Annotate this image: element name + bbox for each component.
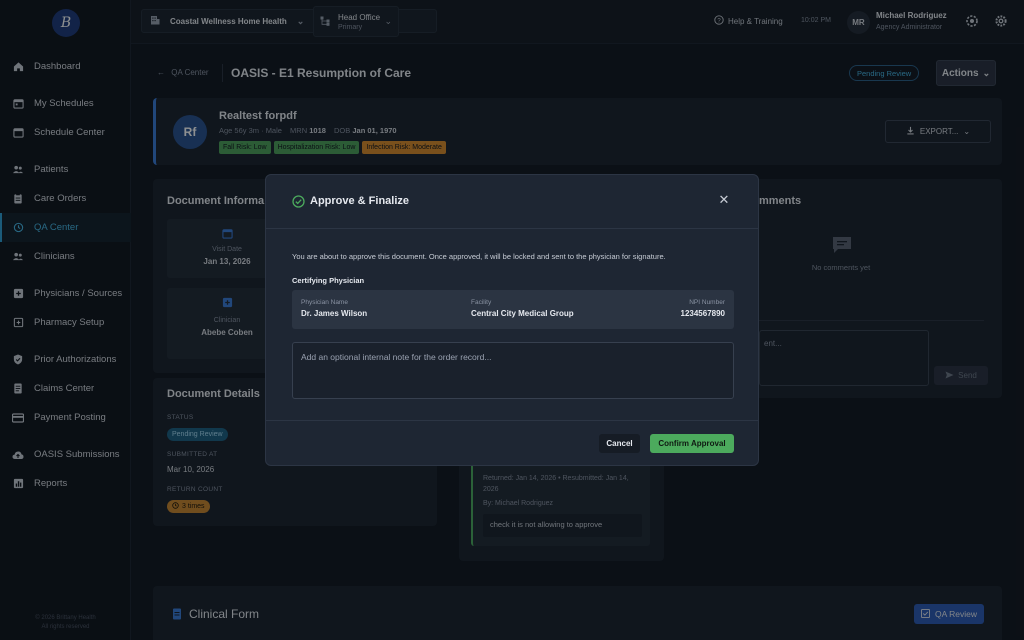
npi-field: NPI Number 1234567890 [680,299,726,318]
cancel-button[interactable]: Cancel [599,434,640,453]
dialog-header: Approve & Finalize ✕ [266,175,758,229]
physician-summary: Physician Name Dr. James Wilson Facility… [292,290,734,329]
facility-field: Facility Central City Medical Group [471,299,574,318]
dialog-title: Approve & Finalize [310,195,410,207]
certifying-physician-label: Certifying Physician [292,276,365,285]
internal-note-input[interactable] [292,342,734,399]
dialog-footer-divider [266,420,758,421]
check-circle-icon [292,195,305,208]
approve-finalize-dialog: Approve & Finalize ✕ You are about to ap… [265,174,759,466]
confirm-approval-button[interactable]: Confirm Approval [650,434,734,453]
physician-name-field: Physician Name Dr. James Wilson [301,299,368,318]
close-icon[interactable]: ✕ [717,192,731,207]
dialog-message: You are about to approve this document. … [292,252,666,261]
